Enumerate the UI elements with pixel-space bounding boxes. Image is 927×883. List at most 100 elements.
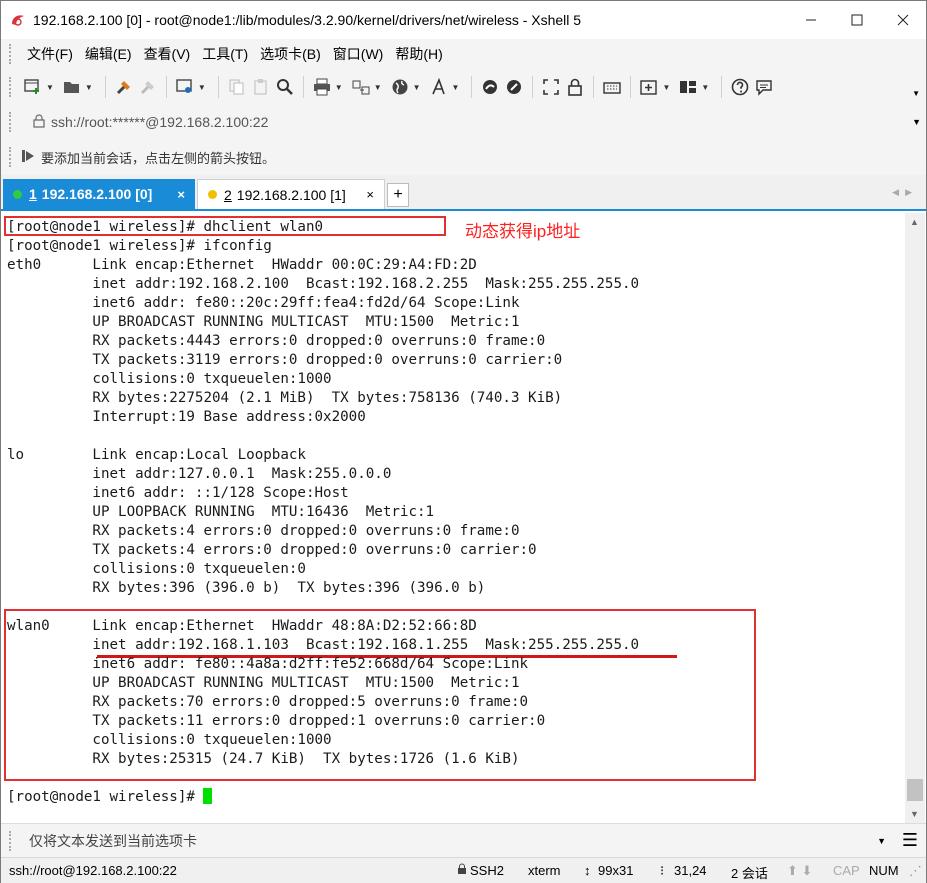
terminal-line: inet addr:192.168.1.103 Bcast:192.168.1.… bbox=[7, 637, 640, 653]
add-tab-button[interactable]: + bbox=[387, 183, 409, 207]
menu-window[interactable]: 窗口(W) bbox=[327, 44, 390, 64]
address-value: ssh://root:******@192.168.2.100:22 bbox=[51, 114, 269, 130]
tab-session-2[interactable]: 2 192.168.2.100 [1] × bbox=[197, 179, 385, 209]
paste-icon bbox=[249, 75, 273, 99]
scroll-up-icon[interactable]: ▲ bbox=[910, 217, 919, 227]
grip-handle[interactable] bbox=[9, 44, 13, 64]
tab-close-button[interactable]: × bbox=[366, 187, 374, 202]
terminal-line: inet6 addr: fe80::4a8a:d2ff:fe52:668d/64… bbox=[7, 656, 529, 672]
tab-number: 2 bbox=[224, 186, 232, 203]
terminal-area[interactable]: 动态获得ip地址 [root@node1 wireless]# dhclient… bbox=[1, 213, 906, 823]
chevron-down-icon[interactable]: ▼ bbox=[413, 83, 421, 92]
grip-handle[interactable] bbox=[9, 147, 13, 167]
grip-handle[interactable] bbox=[9, 830, 13, 851]
chevron-down-icon[interactable]: ▼ bbox=[877, 836, 886, 846]
fullscreen-icon[interactable] bbox=[539, 75, 563, 99]
minimize-button[interactable] bbox=[788, 1, 834, 39]
chevron-down-icon[interactable]: ▼ bbox=[662, 83, 670, 92]
menu-tab[interactable]: 选项卡(B) bbox=[254, 44, 327, 64]
terminal-line: UP BROADCAST RUNNING MULTICAST MTU:1500 … bbox=[7, 675, 520, 691]
hint-text: 要添加当前会话，点击左侧的箭头按钮。 bbox=[41, 150, 276, 166]
terminal-line: inet6 addr: fe80::20c:29ff:fea4:fd2d/64 … bbox=[7, 295, 520, 311]
toolbar-separator bbox=[471, 76, 473, 98]
terminal-line: RX bytes:2275204 (2.1 MiB) TX bytes:7581… bbox=[7, 390, 563, 406]
find-icon[interactable] bbox=[273, 75, 297, 99]
lock-icon bbox=[33, 113, 45, 131]
globe-icon[interactable] bbox=[388, 75, 412, 99]
xshell-logo-icon bbox=[9, 11, 27, 29]
status-bar: ssh://root@192.168.2.100:22 SSH2 xterm ↕… bbox=[1, 857, 926, 883]
terminal-line: inet addr:192.168.2.100 Bcast:192.168.2.… bbox=[7, 276, 640, 292]
terminal-line: TX packets:4 errors:0 dropped:0 overruns… bbox=[7, 542, 537, 558]
grip-handle[interactable] bbox=[9, 112, 13, 132]
status-cursor: 31,24 bbox=[674, 863, 707, 878]
help-icon[interactable] bbox=[728, 75, 752, 99]
terminal-line: RX packets:4443 errors:0 dropped:0 overr… bbox=[7, 333, 546, 349]
terminal-line: Interrupt:19 Base address:0x2000 bbox=[7, 409, 366, 425]
toolbar-overflow-icon[interactable]: ▼ bbox=[912, 89, 920, 98]
add-session-arrow-icon[interactable] bbox=[21, 148, 35, 167]
terminal-line: TX packets:3119 errors:0 dropped:0 overr… bbox=[7, 352, 563, 368]
chevron-down-icon[interactable]: ▼ bbox=[46, 83, 54, 92]
menu-tools[interactable]: 工具(T) bbox=[196, 44, 254, 64]
terminal-line: TX packets:11 errors:0 dropped:1 overrun… bbox=[7, 713, 546, 729]
hamburger-menu-icon[interactable]: ☰ bbox=[902, 830, 918, 851]
session-hint-bar: 要添加当前会话，点击左侧的箭头按钮。 bbox=[1, 139, 926, 175]
terminal-line: RX packets:70 errors:0 dropped:5 overrun… bbox=[7, 694, 529, 710]
new-tab-icon[interactable] bbox=[637, 75, 661, 99]
status-caps: CAP bbox=[833, 863, 860, 878]
menu-view[interactable]: 查看(V) bbox=[138, 44, 197, 64]
terminal-cursor bbox=[203, 788, 213, 804]
resize-grip-icon[interactable]: ⋰ bbox=[909, 863, 922, 879]
compose-input[interactable]: 仅将文本发送到当前选项卡 bbox=[29, 831, 197, 851]
chevron-down-icon[interactable]: ▼ bbox=[374, 83, 382, 92]
tab-number: 1 bbox=[29, 186, 37, 202]
status-dot-icon bbox=[208, 190, 217, 199]
chat-icon[interactable] bbox=[752, 75, 776, 99]
layout-icon[interactable] bbox=[676, 75, 700, 99]
new-session-icon[interactable] bbox=[21, 75, 45, 99]
grip-handle[interactable] bbox=[9, 77, 13, 97]
chevron-down-icon[interactable]: ▼ bbox=[912, 117, 921, 127]
chevron-down-icon[interactable]: ▼ bbox=[335, 83, 343, 92]
status-sessions: 2 会话 bbox=[731, 866, 768, 881]
connect-icon[interactable] bbox=[112, 75, 136, 99]
scroll-down-icon[interactable]: ▼ bbox=[910, 809, 919, 819]
terminal-line: [root@node1 wireless]# dhclient wlan0 bbox=[7, 219, 324, 235]
terminal-line: RX bytes:396 (396.0 b) TX bytes:396 (396… bbox=[7, 580, 486, 596]
print-icon[interactable] bbox=[310, 75, 334, 99]
address-input[interactable]: ssh://root:******@192.168.2.100:22 ▼ bbox=[25, 109, 925, 135]
toolbar-separator bbox=[593, 76, 595, 98]
cursor-position-icon: ⁝ bbox=[660, 863, 665, 878]
chevron-down-icon[interactable]: ▼ bbox=[198, 83, 206, 92]
tab-close-button[interactable]: × bbox=[177, 187, 185, 202]
scroll-thumb[interactable] bbox=[907, 779, 923, 801]
session-arrows-icon[interactable]: ⬆ ⬇ bbox=[787, 863, 812, 879]
toolbar-separator bbox=[302, 76, 304, 98]
keyboard-icon[interactable] bbox=[600, 75, 624, 99]
lock-icon[interactable] bbox=[563, 75, 587, 99]
script-icon[interactable] bbox=[502, 75, 526, 99]
menu-help[interactable]: 帮助(H) bbox=[389, 44, 448, 64]
tab-label: 192.168.2.100 [1] bbox=[236, 186, 346, 203]
open-folder-icon[interactable] bbox=[60, 75, 84, 99]
maximize-button[interactable] bbox=[834, 1, 880, 39]
tab-scroll-arrows[interactable]: ◀▶ bbox=[892, 187, 918, 198]
status-size: 99x31 bbox=[598, 863, 634, 878]
transfer-icon[interactable] bbox=[349, 75, 373, 99]
terminal-line: wlan0 Link encap:Ethernet HWaddr 48:8A:D… bbox=[7, 618, 477, 634]
toolbar-separator bbox=[104, 76, 106, 98]
xftp-icon[interactable] bbox=[478, 75, 502, 99]
chevron-down-icon[interactable]: ▼ bbox=[85, 83, 93, 92]
toolbar-separator bbox=[532, 76, 534, 98]
menu-file[interactable]: 文件(F) bbox=[21, 44, 79, 64]
font-icon[interactable] bbox=[427, 75, 451, 99]
vertical-scrollbar[interactable]: ▲ ▼ bbox=[905, 213, 925, 823]
properties-icon[interactable] bbox=[173, 75, 197, 99]
tab-session-1[interactable]: 1 192.168.2.100 [0] × bbox=[3, 179, 195, 209]
terminal-line: lo Link encap:Local Loopback bbox=[7, 447, 306, 463]
chevron-down-icon[interactable]: ▼ bbox=[452, 83, 460, 92]
menu-edit[interactable]: 编辑(E) bbox=[79, 44, 138, 64]
close-button[interactable] bbox=[880, 1, 926, 39]
chevron-down-icon[interactable]: ▼ bbox=[701, 83, 709, 92]
